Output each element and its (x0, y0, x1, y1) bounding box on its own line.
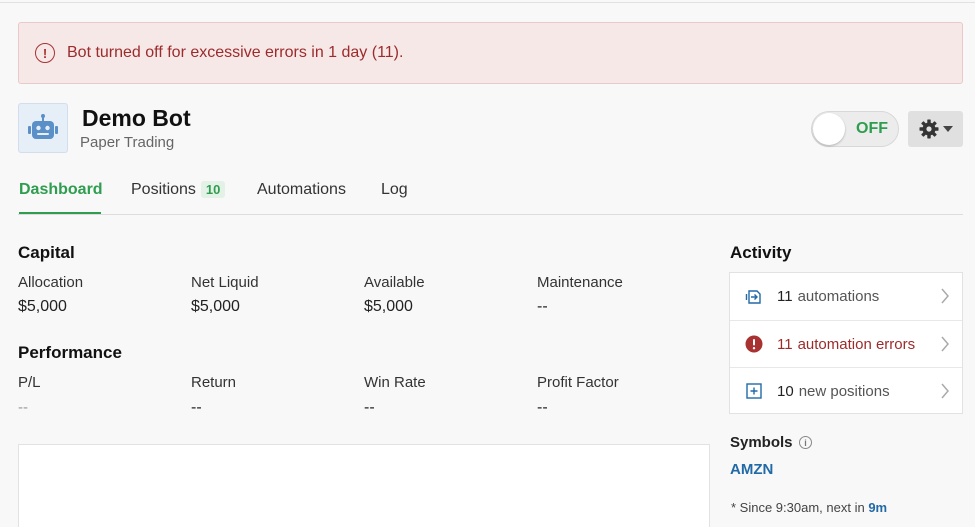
bot-name: Demo Bot (82, 105, 191, 131)
capital-title: Capital (18, 243, 75, 262)
bot-power-toggle[interactable]: OFF (811, 111, 899, 147)
top-divider (0, 2, 975, 3)
tab-dashboard[interactable]: Dashboard (19, 181, 103, 199)
stat-return-value: -- (191, 399, 202, 416)
automation-errors-label: automation errors (797, 335, 916, 353)
exclamation-circle-icon: ! (35, 43, 55, 63)
performance-chart-panel (18, 444, 710, 527)
error-alert: ! Bot turned off for excessive errors in… (18, 22, 963, 84)
schedule-note: * Since 9:30am, next in 9m (731, 500, 887, 515)
tab-bar: Dashboard Positions 10 Automations Log (18, 172, 963, 215)
activity-item-automation-errors[interactable]: 11 automation errors (730, 320, 962, 367)
gear-icon (919, 119, 938, 139)
automations-label: automations (797, 288, 880, 305)
performance-title: Performance (18, 343, 122, 362)
activity-item-automations[interactable]: 11 automations (730, 273, 962, 320)
chevron-right-icon (941, 383, 949, 399)
activity-item-new-positions[interactable]: 10 new positions (730, 367, 962, 414)
stat-maintenance-label: Maintenance (537, 274, 623, 291)
positions-count-badge: 10 (200, 181, 226, 198)
symbols-label: Symbols (730, 434, 793, 451)
stat-net-liquid-label: Net Liquid (191, 274, 259, 291)
automation-icon (745, 288, 763, 306)
automation-errors-count: 11 (777, 335, 793, 353)
info-icon[interactable]: i (799, 436, 812, 449)
stat-pl-value: -- (18, 399, 28, 416)
stat-net-liquid-value: $5,000 (191, 298, 240, 315)
bot-mode: Paper Trading (80, 134, 175, 151)
error-icon (745, 335, 763, 353)
stat-allocation-value: $5,000 (18, 298, 67, 315)
bot-avatar (18, 103, 68, 153)
tab-positions[interactable]: Positions 10 (131, 181, 226, 199)
symbol-link-amzn[interactable]: AMZN (730, 461, 773, 478)
automations-count: 11 (777, 288, 793, 305)
chevron-right-icon (941, 336, 949, 352)
stat-win-rate-label: Win Rate (364, 374, 426, 391)
plus-square-icon (745, 382, 763, 400)
tab-positions-label: Positions (131, 181, 196, 198)
stat-pl-label: P/L (18, 374, 41, 391)
stat-available-value: $5,000 (364, 298, 413, 315)
toggle-knob[interactable] (813, 113, 845, 145)
activity-title: Activity (730, 243, 792, 262)
active-tab-indicator (19, 212, 101, 214)
next-run-time: 9m (868, 500, 888, 515)
caret-down-icon (942, 126, 953, 132)
stat-profit-factor-value: -- (537, 399, 548, 416)
new-positions-label: new positions (798, 382, 890, 400)
stat-win-rate-value: -- (364, 399, 375, 416)
toggle-label: OFF (856, 120, 888, 137)
chevron-right-icon (941, 288, 949, 304)
alert-message: Bot turned off for excessive errors in 1… (67, 44, 404, 61)
settings-menu-button[interactable] (908, 111, 963, 147)
tab-log[interactable]: Log (381, 181, 408, 199)
stat-profit-factor-label: Profit Factor (537, 374, 619, 391)
new-positions-count: 10 (777, 382, 794, 400)
tab-automations[interactable]: Automations (257, 181, 346, 199)
stat-allocation-label: Allocation (18, 274, 84, 291)
stat-available-label: Available (364, 274, 425, 291)
stat-return-label: Return (191, 374, 237, 391)
activity-list: 11 automations 11 automation errors 10 n… (729, 272, 963, 414)
schedule-note-prefix: * Since 9:30am, next in (731, 500, 869, 515)
robot-icon (28, 114, 58, 139)
stat-maintenance-value: -- (537, 298, 548, 315)
